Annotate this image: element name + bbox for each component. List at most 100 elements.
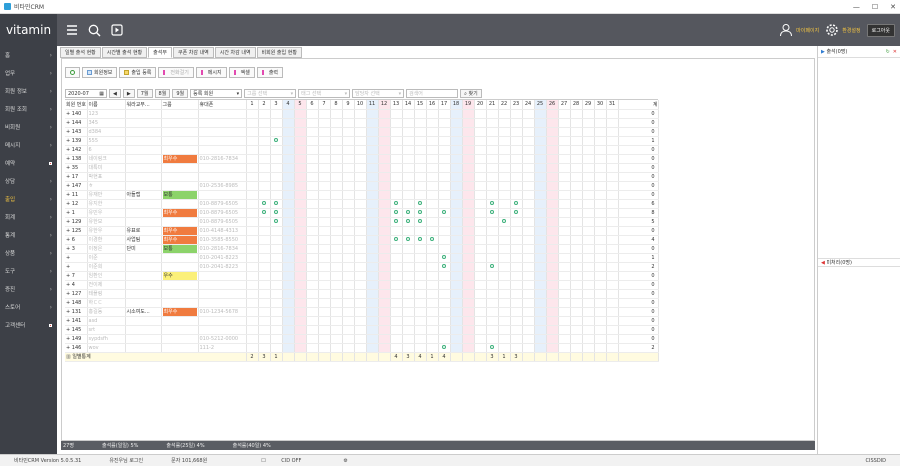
cell-day[interactable] [330,316,343,326]
cell-day[interactable] [486,235,499,245]
cell-day[interactable] [294,163,307,173]
cell-day[interactable] [570,280,583,290]
cell-day[interactable] [510,109,523,119]
cell-day[interactable] [390,145,403,155]
cell-day[interactable] [450,307,463,317]
cell-day[interactable] [270,298,283,308]
cell-day[interactable] [414,253,427,263]
cell-day[interactable] [498,154,511,164]
cell-day[interactable] [258,244,271,254]
cell-day[interactable] [306,163,319,173]
cell-day[interactable] [402,163,415,173]
cell-day[interactable] [270,208,283,218]
cell-day[interactable] [318,109,331,119]
cell-day[interactable] [258,307,271,317]
cell-day[interactable] [510,181,523,191]
cell-day[interactable] [366,127,379,137]
cell-day[interactable] [378,298,391,308]
cell-day[interactable] [318,280,331,290]
tab-5[interactable]: 비회원 출입 현황 [256,47,302,58]
cell-day[interactable] [282,145,295,155]
cell-day[interactable] [354,181,367,191]
cell-day[interactable] [498,280,511,290]
cell-day[interactable] [522,145,535,155]
cell-day[interactable] [414,190,427,200]
cell-day[interactable] [534,172,547,182]
cell-day[interactable] [390,325,403,335]
cell-day[interactable] [546,145,559,155]
cell-day[interactable] [294,181,307,191]
staff-select[interactable]: 담당자 선택 ▾ [352,89,405,98]
cell-day[interactable] [594,235,607,245]
cell-day[interactable] [606,316,619,326]
cell-day[interactable] [270,307,283,317]
cell-day[interactable] [570,163,583,173]
cell-day[interactable] [498,181,511,191]
col-header-day[interactable]: 5 [294,100,307,110]
cell-day[interactable] [330,253,343,263]
cell-day[interactable] [450,334,463,344]
cell-day[interactable] [402,190,415,200]
cell-day[interactable] [318,343,331,353]
cell-day[interactable] [558,136,571,146]
cell-day[interactable] [270,199,283,209]
cell-day[interactable] [558,235,571,245]
cell-day[interactable] [258,145,271,155]
sidebar-item-13[interactable]: 증진 › [0,280,57,298]
col-header-group[interactable]: 그룹 [161,100,199,110]
cell-day[interactable] [546,325,559,335]
cell-day[interactable] [486,190,499,200]
cell-day[interactable] [354,154,367,164]
cell-day[interactable] [486,217,499,227]
cell-day[interactable] [258,325,271,335]
cell-day[interactable] [258,235,271,245]
cell-day[interactable] [522,307,535,317]
table-row[interactable]: + 17 박현표 0 [65,172,659,182]
cell-day[interactable] [318,118,331,128]
cell-day[interactable] [510,271,523,281]
col-header-id[interactable]: 회원 번호 [65,100,88,110]
cell-day[interactable] [582,298,595,308]
cell-day[interactable] [570,172,583,182]
cell-day[interactable] [522,190,535,200]
cell-day[interactable] [402,181,415,191]
cell-day[interactable] [570,217,583,227]
cell-day[interactable] [534,181,547,191]
cell-day[interactable] [294,145,307,155]
cell-day[interactable] [366,199,379,209]
cell-day[interactable] [282,136,295,146]
cell-day[interactable] [390,289,403,299]
cell-day[interactable] [462,208,475,218]
member-type-select[interactable]: 등록 회원 ▾ [190,89,243,98]
cell-day[interactable] [246,289,259,299]
cell-day[interactable] [486,118,499,128]
table-row[interactable]: + 12 유지한 010-8879-6505 6 [65,199,659,209]
cell-day[interactable] [450,190,463,200]
cell-day[interactable] [318,262,331,272]
cell-day[interactable] [534,280,547,290]
cell-day[interactable] [450,145,463,155]
cell-day[interactable] [546,109,559,119]
cell-day[interactable] [270,127,283,137]
cell-day[interactable] [246,136,259,146]
cell-day[interactable] [474,199,487,209]
cell-day[interactable] [402,307,415,317]
cell-day[interactable] [306,145,319,155]
cell-day[interactable] [522,262,535,272]
cell-day[interactable] [330,199,343,209]
cell-day[interactable] [594,289,607,299]
cell-day[interactable] [546,199,559,209]
cell-day[interactable] [606,271,619,281]
entry-register-button[interactable]: 출입 등록 [119,67,157,78]
cell-day[interactable] [534,307,547,317]
cell-day[interactable] [342,271,355,281]
cell-day[interactable] [582,307,595,317]
cell-day[interactable] [342,253,355,263]
cell-day[interactable] [414,226,427,236]
cell-day[interactable] [366,244,379,254]
cell-day[interactable] [390,163,403,173]
cell-day[interactable] [606,172,619,182]
cell-day[interactable] [438,208,451,218]
cell-day[interactable] [546,217,559,227]
cell-day[interactable] [546,127,559,137]
